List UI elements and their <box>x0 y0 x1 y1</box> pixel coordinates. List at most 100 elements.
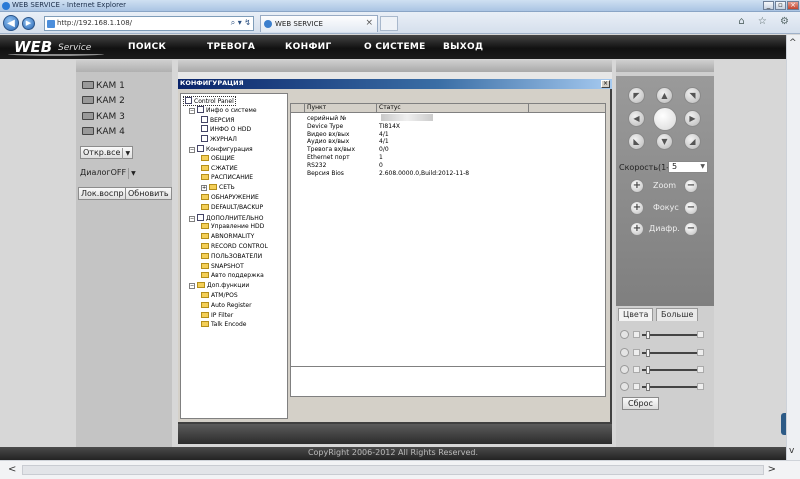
tree-node[interactable]: ABNORMALITY <box>201 233 254 240</box>
tree-node[interactable]: RECORD CONTROL <box>201 243 268 250</box>
ptz-down-right-button[interactable]: ◢ <box>684 133 701 150</box>
tree-node[interactable]: IP Filter <box>201 311 233 319</box>
close-window-button[interactable]: × <box>787 1 799 10</box>
brightness-slider[interactable] <box>620 330 710 340</box>
menu-config[interactable]: КОНФИГ <box>285 42 332 52</box>
plus-icon[interactable] <box>697 383 704 390</box>
tree-node[interactable]: Управление HDD <box>201 223 264 230</box>
tree-node[interactable]: Auto Register <box>201 301 252 309</box>
menu-about[interactable]: О СИСТЕМЕ <box>364 42 426 52</box>
scroll-up-icon[interactable]: ^ <box>789 38 797 48</box>
minus-icon[interactable] <box>633 366 640 373</box>
tree-node[interactable]: ОБЩИЕ <box>201 154 235 162</box>
tree-node[interactable]: ПОЛЬЗОВАТЕЛИ <box>201 252 262 260</box>
config-icon <box>197 145 204 152</box>
ptz-up-left-button[interactable]: ◤ <box>628 87 645 104</box>
tree-node[interactable]: + СЕТЬ <box>201 184 235 192</box>
camera-item-3[interactable]: КАМ 3 <box>82 112 125 122</box>
forward-button[interactable]: ▶ <box>22 17 35 30</box>
back-button[interactable]: ◀ <box>3 15 19 31</box>
minus-icon[interactable] <box>633 349 640 356</box>
plus-icon[interactable] <box>697 366 704 373</box>
tree-node[interactable]: РАСПИСАНИЕ <box>201 174 253 181</box>
horizontal-scrollbar[interactable]: < > <box>0 460 800 479</box>
minimize-button[interactable]: _ <box>763 1 774 10</box>
expand-icon[interactable]: + <box>201 185 207 192</box>
iris-close-button[interactable]: − <box>684 222 698 236</box>
minus-icon[interactable] <box>633 383 640 390</box>
page-footer: CopyRight 2006-2012 All Rights Reserved. <box>0 447 786 460</box>
slider-handle[interactable] <box>646 383 650 391</box>
ptz-center-button[interactable] <box>653 107 677 131</box>
tree-node[interactable]: СЖАТИЕ <box>201 164 238 172</box>
camera-item-2[interactable]: КАМ 2 <box>82 96 125 106</box>
search-refresh-icons[interactable]: ⌕ ▾ ↯ <box>231 18 251 28</box>
minus-icon[interactable] <box>633 331 640 338</box>
tab-colors[interactable]: Цвета <box>618 308 654 321</box>
plus-icon[interactable] <box>697 331 704 338</box>
ptz-left-button[interactable]: ◀ <box>628 110 645 127</box>
tree-node[interactable]: Авто поддержка <box>201 272 264 279</box>
tree-node[interactable]: ОБНАРУЖЕНИЕ <box>201 194 259 201</box>
plus-icon[interactable] <box>697 349 704 356</box>
tree-node[interactable]: DEFAULT/BACKUP <box>201 203 263 211</box>
ptz-up-right-button[interactable]: ◥ <box>684 87 701 104</box>
reset-button[interactable]: Сброс <box>622 397 659 410</box>
tab-more[interactable]: Больше <box>656 308 699 321</box>
collapse-icon[interactable]: − <box>189 147 195 153</box>
refresh-button[interactable]: Обновить <box>125 187 172 200</box>
collapse-icon[interactable]: − <box>189 283 195 290</box>
tree-node[interactable]: Talk Encode <box>201 321 246 328</box>
slider-handle[interactable] <box>646 349 650 357</box>
camera-item-4[interactable]: КАМ 4 <box>82 127 125 137</box>
tree-node[interactable]: ЖУРНАЛ <box>201 135 237 143</box>
tree-node[interactable]: − ДОПОЛНИТЕЛЬНО <box>189 213 263 222</box>
scroll-right-icon[interactable]: > <box>768 464 776 475</box>
maximize-button[interactable]: ▫ <box>775 1 786 10</box>
ptz-down-button[interactable]: ▼ <box>656 133 673 150</box>
menu-logout[interactable]: ВЫХОД <box>443 42 483 52</box>
camera-item-1[interactable]: КАМ 1 <box>82 81 125 91</box>
saturation-slider[interactable] <box>620 365 710 375</box>
menu-search[interactable]: ПОИСК <box>128 42 166 52</box>
new-tab-button[interactable] <box>380 16 398 31</box>
slider-handle[interactable] <box>646 331 650 339</box>
menu-alarm[interactable]: ТРЕВОГА <box>207 42 255 52</box>
zoom-in-button[interactable]: + <box>630 179 644 193</box>
vertical-scrollbar[interactable]: ^ v <box>786 35 800 460</box>
tree-node[interactable]: ВЕРСИЯ <box>201 115 234 124</box>
iris-open-button[interactable]: + <box>630 222 644 236</box>
tree-node[interactable]: − Инфо о системе <box>189 105 257 114</box>
tree-node[interactable]: ИНФО О HDD <box>201 125 251 133</box>
browser-tab-web-service[interactable]: WEB SERVICE × <box>260 15 378 32</box>
contrast-slider[interactable] <box>620 348 710 358</box>
column-header-status[interactable]: Статус <box>377 104 529 113</box>
zoom-out-button[interactable]: − <box>684 179 698 193</box>
ptz-up-button[interactable]: ▲ <box>656 87 673 104</box>
tree-node[interactable]: ATM/POS <box>201 292 238 299</box>
tab-close-icon[interactable]: × <box>365 18 373 28</box>
collapse-icon[interactable]: − <box>189 215 195 222</box>
dialog-dropdown[interactable]: ДиалогOFF ▼ <box>78 167 138 180</box>
hue-slider[interactable] <box>620 382 710 392</box>
scroll-left-icon[interactable]: < <box>8 464 16 475</box>
tree-node[interactable]: SNAPSHOT <box>201 262 244 270</box>
column-header-item[interactable]: Пункт <box>305 104 377 113</box>
config-close-button[interactable]: × <box>601 80 610 88</box>
tree-node[interactable]: Control Panel <box>183 96 236 106</box>
scroll-down-icon[interactable]: v <box>789 446 794 456</box>
ptz-down-left-button[interactable]: ◣ <box>628 133 645 150</box>
local-playback-button[interactable]: Лок.воспр <box>78 187 127 200</box>
scrollbar-thumb[interactable] <box>22 465 764 475</box>
home-favorites-tools-icons[interactable]: ⌂ ☆ ⚙ <box>738 16 794 27</box>
collapse-icon[interactable]: − <box>189 107 195 114</box>
open-all-dropdown[interactable]: Откр.все ▼ <box>80 146 134 159</box>
tree-node[interactable]: − Доп.функции <box>189 282 249 290</box>
tree-node[interactable]: − Конфигурация <box>189 145 253 153</box>
address-bar[interactable]: http://192.168.1.108/ ⌕ ▾ ↯ <box>44 16 254 31</box>
ptz-right-button[interactable]: ▶ <box>684 110 701 127</box>
speed-select[interactable]: 5 ▼ <box>668 161 708 173</box>
focus-in-button[interactable]: + <box>630 201 644 215</box>
focus-out-button[interactable]: − <box>684 201 698 215</box>
slider-handle[interactable] <box>646 366 650 374</box>
